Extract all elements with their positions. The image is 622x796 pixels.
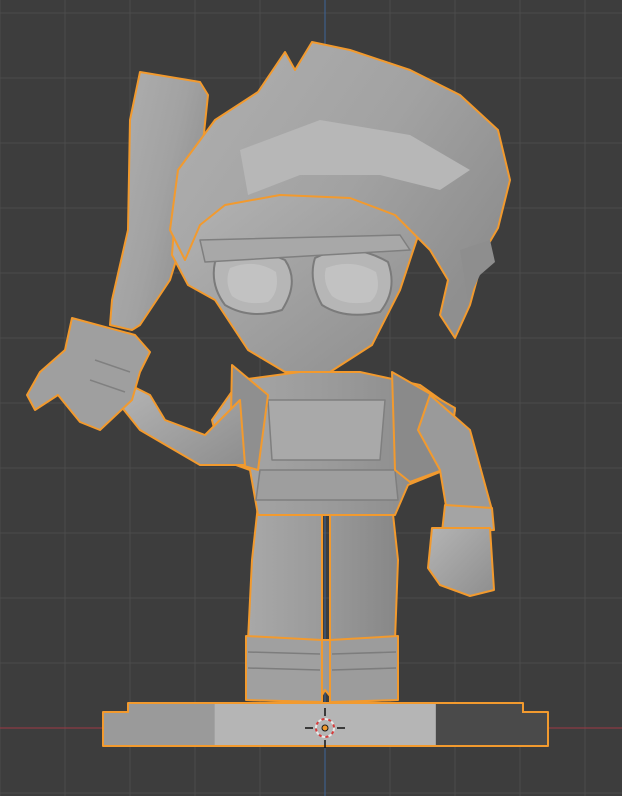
right-arm: [417, 394, 495, 597]
object-origin-dot: [321, 724, 329, 732]
left-arm: [119, 384, 246, 466]
3d-viewport[interactable]: [0, 0, 622, 796]
torso: [211, 364, 456, 516]
legs: [245, 504, 399, 703]
character-figurine[interactable]: [26, 41, 549, 747]
viewport-canvas[interactable]: [0, 0, 622, 796]
